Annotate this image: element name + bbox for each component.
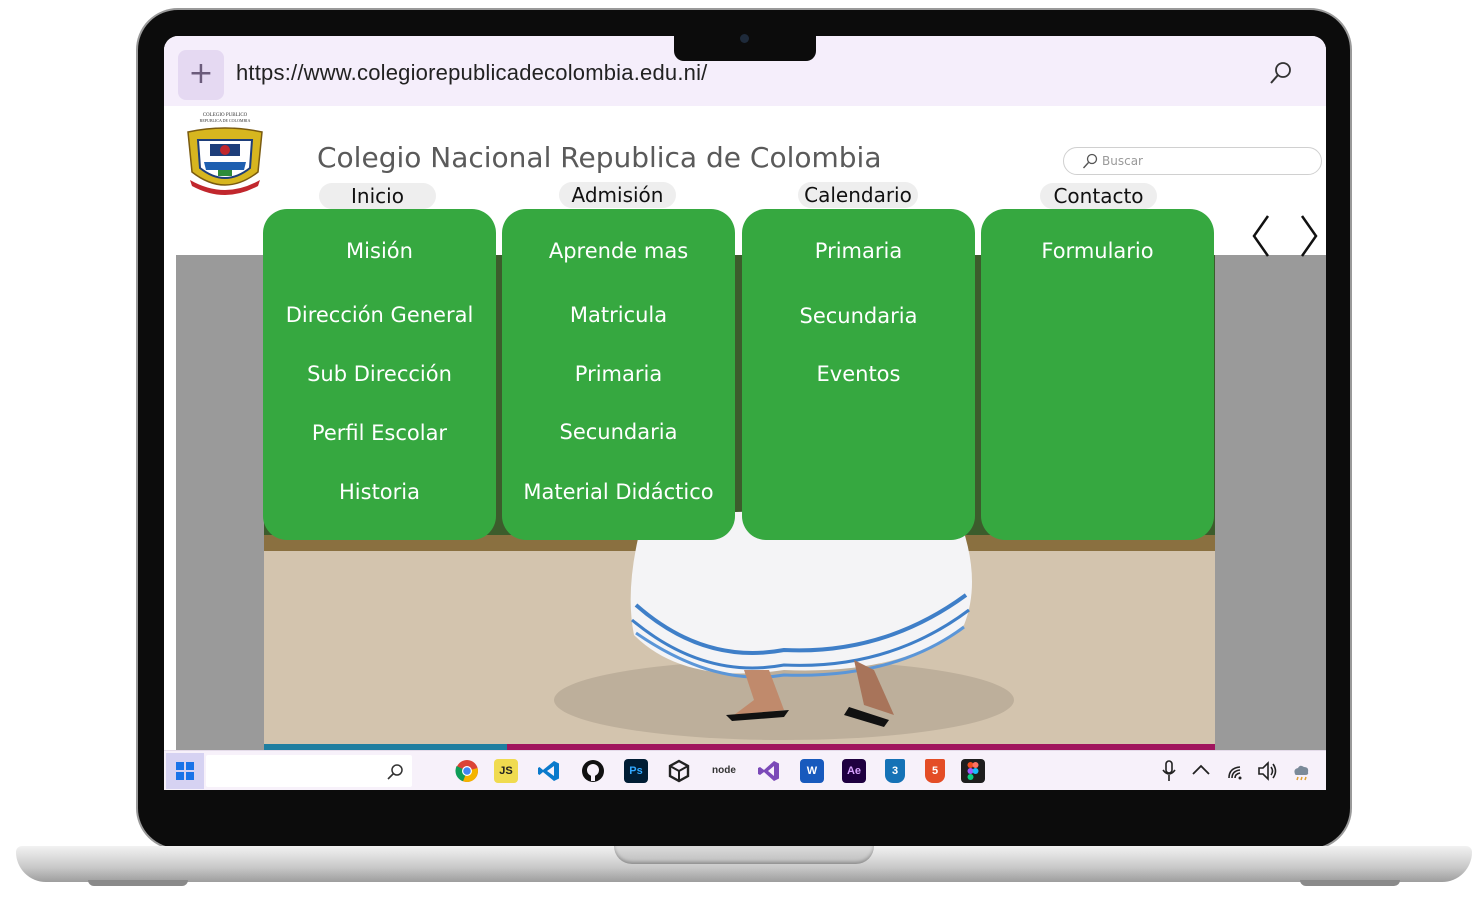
menu-item-secundaria[interactable]: Secundaria (502, 420, 735, 444)
menu-item-perfil-escolar[interactable]: Perfil Escolar (263, 421, 496, 445)
volume-icon[interactable] (1257, 759, 1279, 783)
taskbar-search-input[interactable] (206, 755, 412, 787)
microphone-icon[interactable] (1158, 759, 1180, 783)
nodejs-icon[interactable]: node (708, 759, 740, 783)
dropdown-contacto: Formulario (981, 209, 1214, 540)
menu-item-primaria[interactable]: Primaria (502, 362, 735, 386)
nav-tab-inicio[interactable]: Inicio (319, 183, 436, 209)
chrome-icon[interactable] (455, 759, 479, 783)
search-icon (387, 764, 403, 780)
windows-start-icon[interactable] (166, 753, 204, 789)
weather-icon[interactable] (1290, 759, 1312, 783)
plus-icon: + (188, 56, 214, 91)
chevron-left-icon[interactable] (1250, 214, 1274, 258)
menu-item-direccion-general[interactable]: Dirección General (263, 303, 496, 327)
vscode-icon[interactable] (537, 759, 561, 783)
menu-item-mision[interactable]: Misión (263, 239, 496, 263)
menu-item-secundaria[interactable]: Secundaria (742, 304, 975, 328)
github-icon[interactable] (581, 759, 605, 783)
after-effects-icon[interactable]: Ae (842, 759, 866, 783)
dropdown-inicio: Misión Dirección General Sub Dirección P… (263, 209, 496, 540)
menu-item-historia[interactable]: Historia (263, 480, 496, 504)
site-search-input[interactable]: Buscar (1063, 147, 1322, 175)
laptop-screen: + https://www.colegiorepublicadecolombia… (164, 36, 1326, 790)
school-logo[interactable]: COLEGIO PUBLICO REPUBLICA DE COLOMBIA (180, 110, 270, 204)
menu-item-aprende-mas[interactable]: Aprende mas (502, 239, 735, 263)
menu-item-eventos[interactable]: Eventos (742, 362, 975, 386)
new-tab-button[interactable]: + (178, 50, 224, 100)
css3-icon[interactable]: 3 (885, 759, 905, 783)
laptop-foot-right (1300, 880, 1400, 886)
dropdown-calendario: Primaria Secundaria Eventos (742, 209, 975, 540)
taskbar: JS Ps node W Ae 3 5 (164, 750, 1326, 790)
menu-item-formulario[interactable]: Formulario (981, 239, 1214, 263)
menu-item-matricula[interactable]: Matricula (502, 303, 735, 327)
figma-icon[interactable] (961, 759, 985, 783)
html5-icon[interactable]: 5 (925, 759, 945, 783)
search-placeholder: Buscar (1102, 154, 1143, 168)
word-icon[interactable]: W (800, 759, 824, 783)
menu-item-sub-direccion[interactable]: Sub Dirección (263, 362, 496, 386)
menu-item-primaria[interactable]: Primaria (742, 239, 975, 263)
nav-tab-calendario[interactable]: Calendario (798, 182, 918, 208)
chevron-up-icon[interactable] (1190, 759, 1212, 783)
wifi-icon[interactable] (1226, 759, 1248, 783)
dropdown-admision: Aprende mas Matricula Primaria Secundari… (502, 209, 735, 540)
search-icon[interactable] (1268, 60, 1294, 86)
unity-icon[interactable] (667, 759, 691, 783)
camera-lens (740, 34, 749, 43)
chevron-right-icon[interactable] (1296, 214, 1320, 258)
laptop-foot-left (88, 880, 188, 886)
javascript-icon[interactable]: JS (494, 759, 518, 783)
url-bar[interactable]: https://www.colegiorepublicadecolombia.e… (236, 60, 707, 86)
site-title: Colegio Nacional Republica de Colombia (317, 141, 882, 174)
menu-item-material-didactico[interactable]: Material Didáctico (502, 480, 735, 504)
laptop-base-notch (614, 846, 874, 864)
visual-studio-icon[interactable] (757, 759, 781, 783)
search-icon (1082, 153, 1098, 169)
nav-tab-contacto[interactable]: Contacto (1040, 183, 1157, 209)
nav-tab-admision[interactable]: Admisión (559, 182, 676, 208)
logo-sub-text: REPUBLICA DE COLOMBIA (200, 118, 251, 123)
photoshop-icon[interactable]: Ps (624, 759, 648, 783)
